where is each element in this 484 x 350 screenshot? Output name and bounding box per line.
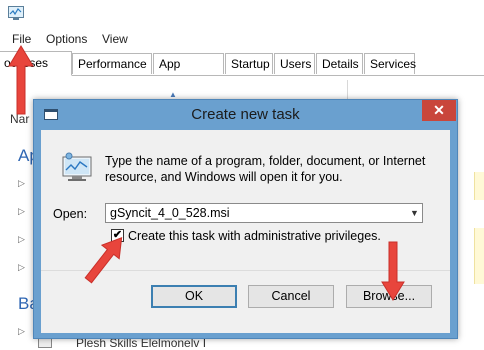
close-button[interactable]: ✕ bbox=[422, 100, 456, 121]
tab-performance[interactable]: Performance bbox=[72, 53, 152, 74]
tab-app-history[interactable]: App history bbox=[153, 53, 224, 92]
chevron-down-icon[interactable]: ▼ bbox=[407, 204, 422, 222]
expand-chevron-icon[interactable]: ▷ bbox=[18, 234, 25, 245]
admin-privileges-label[interactable]: Create this task with administrative pri… bbox=[128, 229, 381, 243]
sort-arrow-icon: ▲ bbox=[169, 90, 177, 99]
tab-users[interactable]: Users bbox=[274, 53, 315, 74]
annotation-arrow-icon bbox=[84, 236, 123, 284]
cpu-cell-highlight bbox=[474, 172, 484, 200]
cpu-cell-highlight bbox=[474, 228, 484, 256]
run-program-icon bbox=[62, 152, 92, 181]
create-new-task-dialog: Create new task ✕ Type the name of a pro… bbox=[33, 99, 458, 339]
cpu-cell-highlight bbox=[474, 256, 484, 284]
expand-chevron-icon[interactable]: ▷ bbox=[18, 262, 25, 273]
tab-details[interactable]: Details bbox=[316, 53, 363, 74]
annotation-arrow-icon bbox=[381, 241, 405, 301]
expand-chevron-icon[interactable]: ▷ bbox=[18, 178, 25, 189]
task-manager-app-icon bbox=[8, 6, 24, 20]
expand-chevron-icon[interactable]: ▷ bbox=[18, 326, 25, 337]
expand-chevron-icon[interactable]: ▷ bbox=[18, 206, 25, 217]
open-input[interactable]: gSyncit_4_0_528.msi bbox=[105, 203, 423, 223]
annotation-arrow-icon bbox=[8, 45, 34, 115]
tab-services[interactable]: Services bbox=[364, 53, 416, 74]
menu-options[interactable]: Options bbox=[46, 32, 87, 46]
menu-view[interactable]: View bbox=[102, 32, 128, 46]
open-label: Open: bbox=[53, 207, 88, 221]
dialog-title: Create new task bbox=[191, 106, 300, 123]
cancel-button[interactable]: Cancel bbox=[248, 285, 334, 308]
ok-button[interactable]: OK bbox=[151, 285, 237, 308]
dialog-description: Type the name of a program, folder, docu… bbox=[105, 154, 426, 184]
tab-startup[interactable]: Startup bbox=[225, 53, 273, 74]
